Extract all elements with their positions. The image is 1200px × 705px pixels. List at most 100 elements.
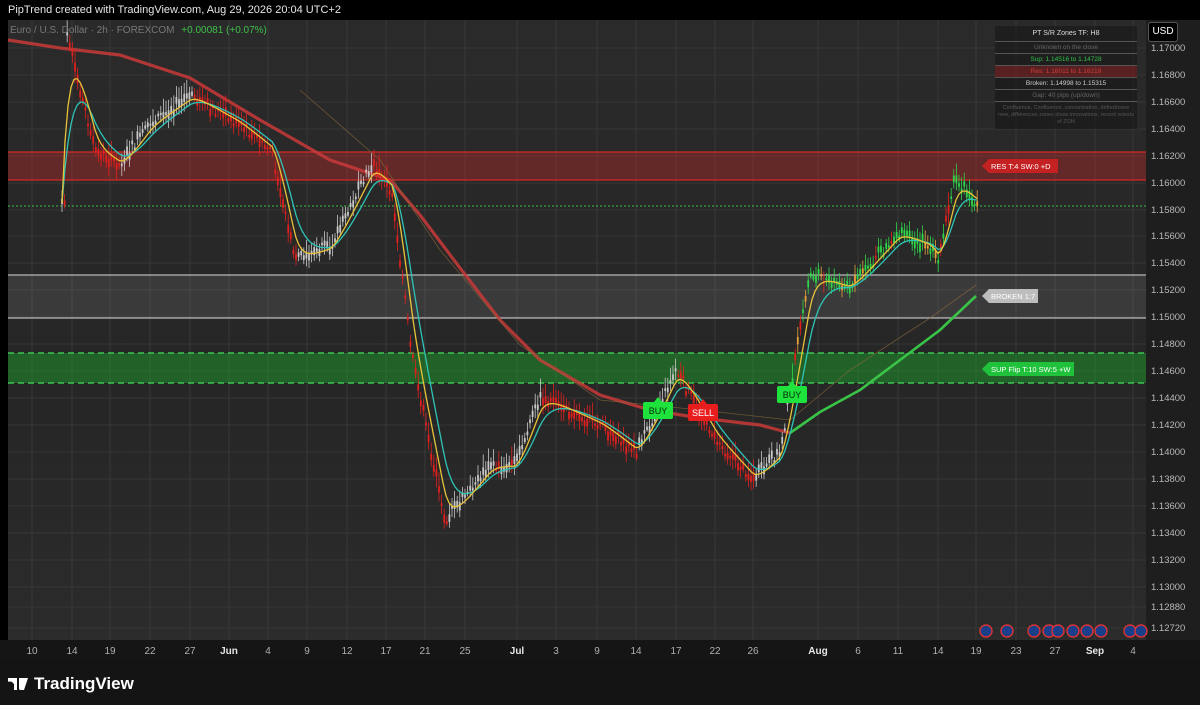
time-label: 6 (855, 646, 861, 657)
candle-body (536, 404, 539, 411)
time-label: Jul (510, 646, 525, 657)
sr-zones-info-panel: PT S/R Zones TF: H8 Unknown on the close… (995, 26, 1137, 129)
candle-body (861, 268, 864, 274)
candle-body (750, 475, 752, 482)
candle-body (419, 400, 422, 407)
candle-body (347, 212, 349, 216)
time-label: Jun (220, 646, 238, 657)
candle-body (856, 274, 859, 279)
time-label: 9 (594, 646, 600, 657)
candle-body (120, 163, 123, 167)
candle-body (336, 226, 339, 234)
candle-body (950, 196, 953, 199)
candle-body (422, 404, 425, 411)
candle-body (165, 112, 167, 116)
event-icon (979, 624, 993, 638)
candle-body (690, 390, 693, 395)
candle-body (877, 246, 880, 253)
time-label: 4 (265, 646, 271, 657)
candle-body (157, 113, 160, 117)
candle-body (906, 230, 908, 236)
candle-body (102, 149, 105, 155)
candle-body (669, 379, 672, 384)
candle-body (711, 433, 713, 437)
time-label: 19 (970, 646, 982, 657)
candle-body (604, 422, 607, 432)
candle-body (68, 42, 71, 48)
candle-body (890, 241, 893, 244)
candle-body (274, 169, 277, 174)
candle-body (440, 503, 443, 506)
broken-zone-tag: BROKEN 1:7 (982, 289, 1038, 303)
candle-body (471, 487, 474, 491)
candle-body (942, 233, 945, 239)
candle-body (300, 250, 303, 256)
signal-buy: BUY (643, 397, 673, 419)
candle-body (630, 448, 633, 452)
candle-body (737, 463, 739, 471)
candle-body (448, 514, 451, 522)
candle-body (79, 90, 82, 98)
candle-body (453, 501, 456, 509)
event-icon (1123, 624, 1137, 638)
candle-body (614, 436, 617, 445)
candle-body (149, 123, 152, 126)
candle-body (620, 442, 622, 446)
candle-body (880, 245, 882, 253)
candle-body (492, 461, 495, 466)
candle-body (266, 146, 269, 150)
info-line-1: Unknown on the close (995, 42, 1137, 54)
candle-body (406, 317, 409, 321)
candle-body (430, 453, 433, 461)
candle-body (477, 474, 479, 482)
candle-body (399, 260, 401, 267)
candle-body (555, 397, 557, 403)
tradingview-logo[interactable]: TradingView (8, 674, 134, 694)
signal-label: BUY (649, 406, 668, 416)
candle-body (513, 456, 516, 464)
candle-body (484, 469, 487, 477)
candle-body (825, 278, 828, 281)
candle-body (326, 241, 329, 247)
candle-body (747, 473, 750, 481)
candle-body (586, 418, 589, 427)
candle-body (243, 127, 245, 133)
time-label: Aug (808, 646, 827, 657)
candle-body (744, 473, 747, 478)
candle-body (232, 123, 235, 127)
candle-body (643, 430, 646, 434)
candle-body (607, 431, 609, 441)
candle-body (315, 248, 318, 252)
time-label: 17 (670, 646, 682, 657)
candle-body (292, 249, 295, 255)
candle-body (92, 136, 95, 144)
price-label: 1.16800 (1151, 70, 1185, 81)
candle-body (139, 132, 141, 137)
candle-body (87, 123, 89, 127)
candle-body (799, 321, 802, 330)
candle-body (396, 235, 399, 243)
price-label: 1.15800 (1151, 205, 1185, 216)
candle-body (885, 243, 888, 249)
time-label: 23 (1010, 646, 1022, 657)
symbol-legend[interactable]: Euro / U.S. Dollar · 2h · FOREXCOM +0.00… (10, 25, 267, 36)
candle-body (516, 453, 518, 462)
candle-body (958, 183, 960, 187)
candle-body (432, 464, 435, 472)
candle-body (89, 130, 92, 136)
time-label: 19 (104, 646, 116, 657)
candle-body (625, 446, 628, 455)
candle-body (354, 196, 357, 200)
candle-body (783, 428, 786, 431)
candle-body (159, 112, 162, 116)
candle-body (718, 442, 721, 445)
candle-body (776, 448, 778, 455)
currency-button[interactable]: USD (1148, 22, 1178, 42)
candle-body (713, 431, 716, 439)
candle-body (305, 252, 308, 259)
candle-body (804, 296, 807, 302)
candle-body (724, 453, 726, 457)
time-label: 14 (932, 646, 944, 657)
res-zone-tag-text: RES T:4 SW:0 +D (991, 162, 1051, 171)
candle-body (276, 176, 279, 186)
